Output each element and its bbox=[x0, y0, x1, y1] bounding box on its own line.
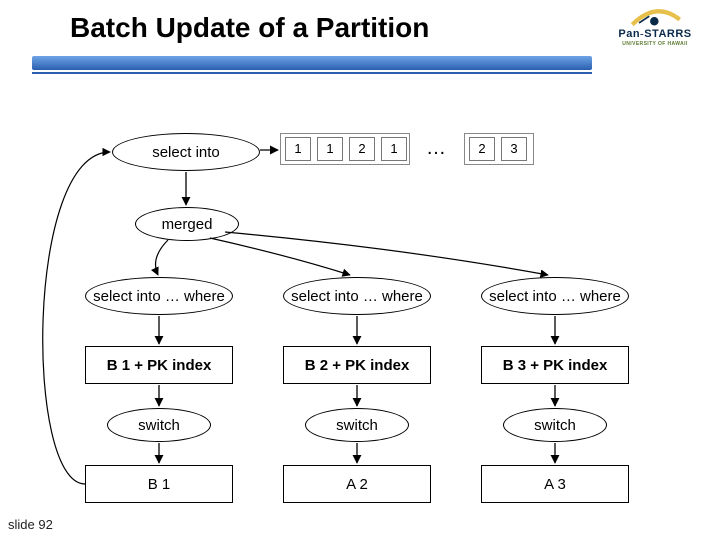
arrows-layer bbox=[0, 0, 720, 540]
node-partition-2: A 2 bbox=[283, 465, 431, 503]
node-siw-2: select into … where bbox=[283, 277, 431, 315]
slide-number: slide 92 bbox=[8, 517, 53, 532]
node-pk-2: B 2 + PK index bbox=[283, 346, 431, 384]
cell-4: 1 bbox=[381, 137, 407, 161]
node-partition-3: A 3 bbox=[481, 465, 629, 503]
cell-1: 1 bbox=[285, 137, 311, 161]
logo-icon bbox=[630, 6, 682, 28]
cell-ellipsis: … bbox=[426, 137, 446, 160]
title-underline bbox=[32, 56, 592, 70]
node-pk-3: B 3 + PK index bbox=[481, 346, 629, 384]
cell-6: 3 bbox=[501, 137, 527, 161]
node-merged: merged bbox=[135, 207, 239, 241]
cell-3: 2 bbox=[349, 137, 375, 161]
node-pk-1: B 1 + PK index bbox=[85, 346, 233, 384]
cell-5: 2 bbox=[469, 137, 495, 161]
panstarrs-logo: Pan-STARRS UNIVERSITY OF HAWAII bbox=[600, 4, 710, 52]
cell-2: 1 bbox=[317, 137, 343, 161]
title-underline-thin bbox=[32, 72, 592, 74]
node-select-into: select into bbox=[112, 133, 260, 171]
node-switch-1: switch bbox=[107, 408, 211, 442]
node-switch-2: switch bbox=[305, 408, 409, 442]
node-partition-1: B 1 bbox=[85, 465, 233, 503]
node-siw-3: select into … where bbox=[481, 277, 629, 315]
node-siw-1: select into … where bbox=[85, 277, 233, 315]
page-title: Batch Update of a Partition bbox=[70, 12, 429, 44]
node-switch-3: switch bbox=[503, 408, 607, 442]
